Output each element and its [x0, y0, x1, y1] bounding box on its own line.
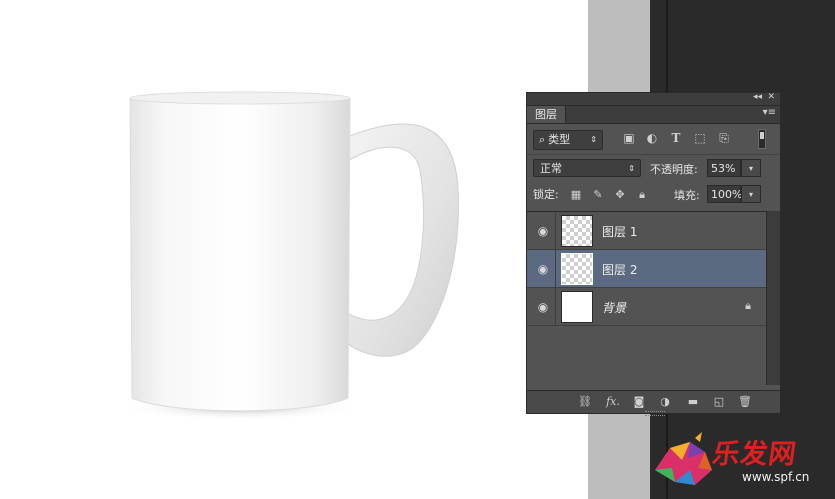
layer-name[interactable]: 背景 — [602, 299, 626, 316]
smart-object-filter-icon[interactable]: ⎘ — [717, 131, 731, 145]
layer-row[interactable]: ◉ 背景 🔒︎ — [527, 288, 767, 326]
panel-title-bar: ◂◂ ✕ — [527, 92, 780, 106]
fill-dropdown-button[interactable]: ▾ — [741, 185, 761, 203]
close-icon[interactable]: ✕ — [767, 92, 775, 102]
blend-mode-select[interactable]: 正常 ⇕ — [533, 159, 641, 177]
visibility-column-divider — [555, 288, 556, 325]
layers-panel: ◂◂ ✕ 图层 ▾≡ ⌕ 类型 ⇕ ▣ ◐ T ⬚ ⎘ 正常 ⇕ 不透明度: 53… — [526, 92, 781, 416]
lock-image-icon[interactable]: ✎ — [591, 188, 605, 202]
search-icon: ⌕ — [539, 133, 546, 146]
fill-label: 填充: — [674, 189, 700, 202]
lock-row: 锁定: ▦ ✎ ✥ 🔒︎ 填充: 100% ▾ — [527, 180, 780, 210]
updown-icon: ⇕ — [628, 164, 635, 173]
adjustment-icon[interactable]: ◑ — [657, 395, 673, 409]
opacity-label: 不透明度: — [650, 163, 698, 176]
new-layer-icon[interactable]: ◱ — [711, 395, 727, 409]
updown-icon: ⇕ — [590, 135, 597, 144]
eye-icon[interactable]: ◉ — [536, 300, 550, 314]
visibility-column-divider — [555, 250, 556, 287]
adjustment-filter-icon[interactable]: ◐ — [645, 131, 659, 145]
blend-row: 正常 ⇕ 不透明度: 53% ▾ — [527, 154, 780, 181]
layers-list: ◉ 图层 1 ◉ 图层 2 ◉ 背景 🔒︎ — [527, 211, 767, 386]
mug-image — [120, 91, 459, 420]
watermark-text: 乐发网 — [710, 439, 799, 470]
layer-thumbnail — [561, 215, 593, 247]
folder-icon[interactable]: ▬ — [685, 395, 701, 409]
layers-bottom-toolbar: ⛓ fx. ◙ ◑ ▬ ◱ 🗑︎ — [527, 390, 780, 416]
lock-position-icon[interactable]: ✥ — [613, 188, 627, 202]
filter-row: ⌕ 类型 ⇕ ▣ ◐ T ⬚ ⎘ — [527, 124, 780, 154]
lock-transparent-icon[interactable]: ▦ — [569, 188, 583, 202]
blend-mode-value: 正常 — [540, 162, 562, 175]
panel-tab-bar: 图层 ▾≡ — [527, 106, 780, 124]
collapse-icon[interactable]: ◂◂ — [753, 92, 762, 102]
lock-all-icon[interactable]: 🔒︎ — [635, 188, 649, 202]
pixel-filter-icon[interactable]: ▣ — [622, 131, 636, 145]
lock-label: 锁定: — [533, 188, 559, 201]
filter-toggle-knob — [760, 132, 764, 139]
resize-grip[interactable] — [645, 411, 665, 416]
trash-icon[interactable]: 🗑︎ — [737, 395, 753, 409]
panel-menu-icon[interactable]: ▾≡ — [763, 107, 776, 118]
layer-row[interactable]: ◉ 图层 1 — [527, 212, 767, 250]
layer-row-selected[interactable]: ◉ 图层 2 — [527, 250, 767, 288]
type-filter-icon[interactable]: T — [669, 131, 683, 145]
opacity-input[interactable]: 53% — [707, 159, 741, 177]
link-icon[interactable]: ⛓ — [577, 395, 593, 409]
fx-icon[interactable]: fx. — [605, 395, 621, 409]
tab-layers[interactable]: 图层 — [527, 106, 566, 123]
eye-icon[interactable]: ◉ — [536, 262, 550, 276]
layer-name[interactable]: 图层 2 — [602, 261, 637, 278]
eye-icon[interactable]: ◉ — [536, 224, 550, 238]
layer-name[interactable]: 图层 1 — [602, 223, 637, 240]
watermark-url: www.spf.cn — [742, 470, 810, 484]
filter-kind-label: 类型 — [548, 133, 571, 146]
layer-thumbnail — [561, 253, 593, 285]
filter-toggle[interactable] — [758, 129, 766, 149]
shape-filter-icon[interactable]: ⬚ — [693, 131, 707, 145]
mask-icon[interactable]: ◙ — [631, 395, 647, 409]
layer-thumbnail — [561, 291, 593, 323]
layers-scrollbar[interactable] — [766, 211, 780, 385]
visibility-column-divider — [555, 212, 556, 249]
lock-icon: 🔒︎ — [745, 299, 751, 312]
fill-input[interactable]: 100% — [707, 185, 742, 203]
filter-kind-select[interactable]: ⌕ 类型 ⇕ — [533, 130, 603, 150]
opacity-dropdown-button[interactable]: ▾ — [741, 159, 761, 177]
